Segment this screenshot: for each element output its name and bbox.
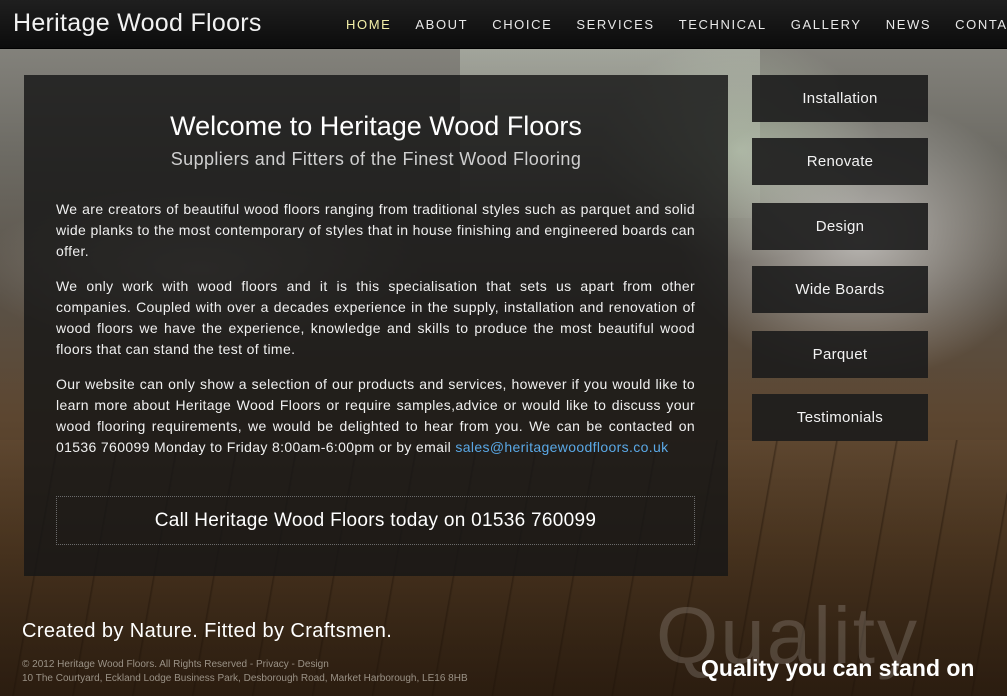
copyright-text: © 2012 Heritage Wood Floors. All Rights … xyxy=(22,659,248,670)
copyright-line: © 2012 Heritage Wood Floors. All Rights … xyxy=(22,659,329,670)
parquet-button[interactable]: Parquet xyxy=(752,331,928,378)
main-nav: HOME ABOUT CHOICE SERVICES TECHNICAL GAL… xyxy=(334,0,1007,49)
nav-gallery[interactable]: GALLERY xyxy=(779,0,874,49)
nav-news[interactable]: NEWS xyxy=(874,0,943,49)
email-link[interactable]: sales@heritagewoodfloors.co.uk xyxy=(455,439,668,455)
site-header: Heritage Wood Floors HOME ABOUT CHOICE S… xyxy=(0,0,1007,49)
intro-text: We are creators of beautiful wood floors… xyxy=(56,199,695,472)
page-title: Welcome to Heritage Wood Floors xyxy=(170,111,582,141)
site-logo[interactable]: Heritage Wood Floors xyxy=(13,9,262,38)
renovate-button[interactable]: Renovate xyxy=(752,138,928,185)
intro-paragraph: We only work with wood floors and it is … xyxy=(56,278,695,357)
nav-technical[interactable]: TECHNICAL xyxy=(667,0,779,49)
footer-address: 10 The Courtyard, Eckland Lodge Business… xyxy=(22,673,468,684)
contact-paragraph: Our website can only show a selection of… xyxy=(56,374,695,458)
nav-about[interactable]: ABOUT xyxy=(403,0,480,49)
footer-copyright: © 2012 Heritage Wood Floors. All Rights … xyxy=(22,658,468,686)
footer-slogan: Quality you can stand on xyxy=(701,655,975,681)
design-button[interactable]: Design xyxy=(752,203,928,250)
nav-contact[interactable]: CONTACT xyxy=(943,0,1007,49)
page-subtitle: Suppliers and Fitters of the Finest Wood… xyxy=(170,149,582,169)
design-link[interactable]: Design xyxy=(298,659,329,670)
nav-home[interactable]: HOME xyxy=(334,0,403,49)
call-to-action: Call Heritage Wood Floors today on 01536… xyxy=(56,496,695,545)
privacy-link[interactable]: Privacy xyxy=(256,659,289,670)
welcome-panel: Welcome to Heritage Wood Floors Supplier… xyxy=(24,75,728,576)
installation-button[interactable]: Installation xyxy=(752,75,928,122)
wide-boards-button[interactable]: Wide Boards xyxy=(752,266,928,313)
nav-choice[interactable]: CHOICE xyxy=(480,0,564,49)
testimonials-button[interactable]: Testimonials xyxy=(752,394,928,441)
nav-services[interactable]: SERVICES xyxy=(564,0,666,49)
intro-paragraph: We are creators of beautiful wood floors… xyxy=(56,201,695,259)
footer-tagline: Created by Nature. Fitted by Craftsmen. xyxy=(22,620,393,642)
